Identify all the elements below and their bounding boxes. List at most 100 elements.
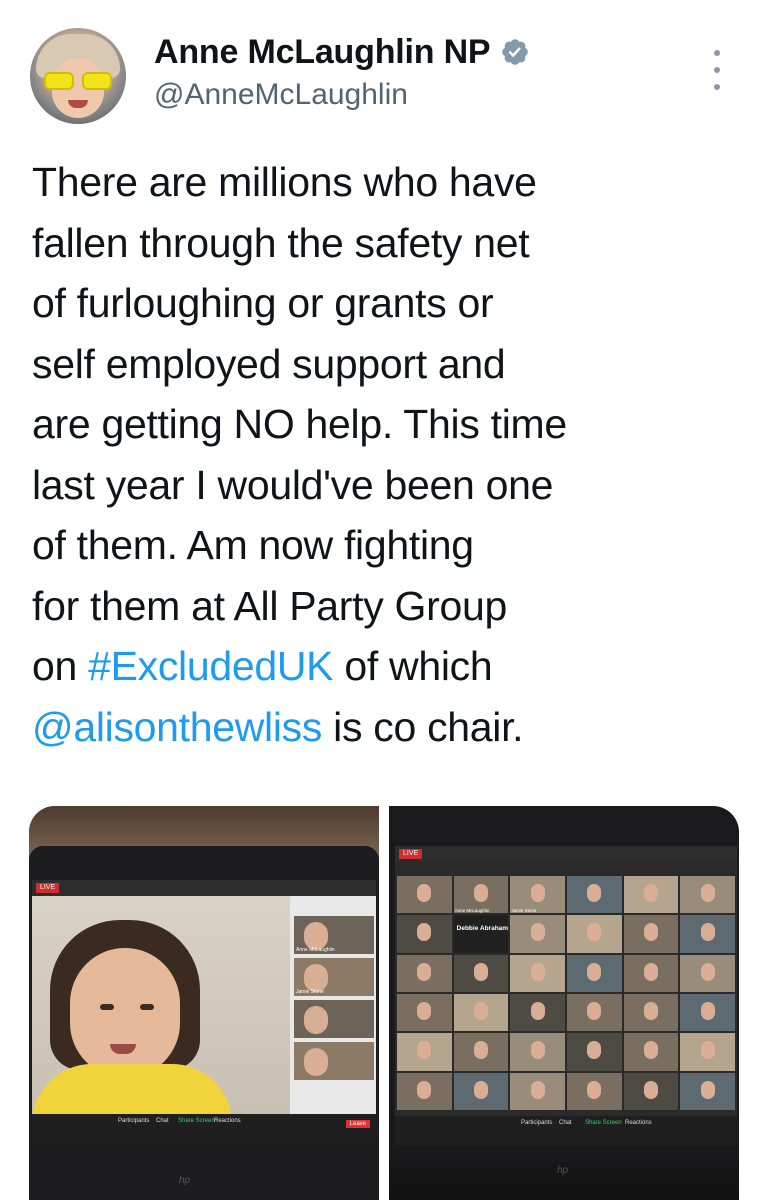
participant-tile — [453, 1033, 509, 1071]
media-photo-left[interactable]: LIVE Anne McLaughlin Jamie Stone Partici… — [29, 806, 379, 1200]
participant-tile — [397, 1072, 452, 1110]
participant-face — [417, 1041, 432, 1060]
sunglasses — [44, 72, 112, 90]
participant-face — [700, 923, 715, 942]
chat-label: Chat — [559, 1120, 572, 1126]
participant-tile — [680, 915, 735, 953]
participant-face — [473, 884, 488, 902]
participant-tile — [294, 1042, 374, 1080]
active-speaker — [32, 896, 290, 1114]
verified-badge-icon — [502, 39, 529, 65]
participant-face — [700, 1041, 715, 1060]
participant-face — [700, 1001, 715, 1020]
participant-tile — [510, 993, 565, 1032]
participant-face — [587, 884, 602, 902]
participant-tile — [623, 915, 679, 953]
zoom-top-bar: LIVE — [32, 880, 376, 896]
participant-tile — [680, 1072, 735, 1110]
tweet-line: of furloughing or grants or — [32, 280, 494, 326]
participant-face — [530, 1041, 545, 1060]
participant-tile — [623, 876, 679, 914]
tweet-line: self employed support and — [32, 340, 506, 387]
participant-tile: Anne McLaughlin — [453, 876, 509, 914]
hashtag-link[interactable]: #ExcludedUK — [88, 643, 333, 689]
hp-logo: hp — [179, 1175, 191, 1186]
participant-tile — [453, 1072, 509, 1110]
participant-tile — [510, 915, 565, 953]
participant-face — [587, 1001, 602, 1020]
participant-face — [417, 884, 432, 902]
zoom-top-bar: LIVE — [395, 846, 737, 862]
participant-face — [530, 1080, 545, 1099]
participant-face — [473, 1080, 488, 1099]
tweet-text: There are millions who have fallen throu… — [32, 152, 742, 757]
participant-tile: Jamie Stone — [510, 876, 565, 914]
participant-tile — [567, 876, 622, 914]
participant-face — [643, 962, 658, 981]
tweet-line: There are millions who have — [32, 159, 537, 205]
participant-tile: Jamie Stone — [294, 958, 374, 996]
reactions-label: Reactions — [625, 1120, 652, 1126]
participant-face — [587, 1041, 602, 1060]
mention-link[interactable]: @alisonthewliss — [32, 704, 322, 750]
laptop: LIVE Anne McLaughlin Jamie Stone Debbie Ab… — [389, 806, 739, 1200]
participant-face — [473, 962, 488, 981]
display-name[interactable]: Anne McLaughlin NP — [154, 33, 491, 72]
participant-face — [473, 1041, 488, 1060]
participant-face — [700, 884, 715, 902]
participant-tile — [453, 993, 509, 1032]
participant-tile: Anne McLaughlin — [294, 916, 374, 954]
participant-tile: Debbie Abrahams — [453, 915, 509, 953]
participants-label: Participants — [118, 1118, 150, 1124]
participant-face — [417, 1080, 432, 1099]
reactions-label: Reactions — [214, 1118, 241, 1124]
participant-strip: Anne McLaughlin Jamie Stone — [294, 916, 374, 1084]
participant-face — [530, 962, 545, 981]
participant-face — [643, 884, 658, 902]
chat-label: Chat — [156, 1118, 169, 1124]
share-screen-label: Share Screen — [585, 1120, 622, 1126]
participant-tile — [567, 993, 622, 1032]
tweet-line: last year I would've been one — [32, 461, 554, 508]
zoom-screen: LIVE Anne McLaughlin Jamie Stone Partici… — [32, 880, 376, 1142]
participant-tile — [623, 993, 679, 1032]
participant-tile — [623, 1033, 679, 1071]
author-name-row[interactable]: Anne McLaughlin NP — [154, 30, 530, 74]
zoom-screen: LIVE Anne McLaughlin Jamie Stone Debbie Ab… — [395, 846, 737, 1146]
live-badge: LIVE — [36, 883, 60, 893]
participant-caption: Jamie Stone — [511, 908, 537, 914]
participant-face — [643, 1001, 658, 1020]
participant-tile — [397, 1033, 452, 1071]
participant-tile — [453, 954, 509, 992]
participant-tile — [680, 1033, 735, 1071]
gallery-grid: Anne McLaughlin Jamie Stone Debbie Abraham… — [397, 876, 735, 1110]
share-screen-label: Share Screen — [178, 1118, 215, 1124]
participant-tile — [567, 1072, 622, 1110]
participant-face — [417, 1001, 432, 1020]
tweet-line: are getting NO help. This time — [32, 401, 567, 447]
author-handle[interactable]: @AnneMcLaughlin — [154, 78, 408, 112]
leave-label: Leave — [345, 1120, 370, 1128]
tweet-line: @alisonthewliss is co chair. — [32, 697, 742, 758]
tweet-line: of them. Am now fighting — [32, 522, 474, 568]
zoom-toolbar: Participants Chat Share Screen Reactions — [395, 1116, 737, 1146]
participant-tile — [680, 993, 735, 1032]
tweet-header: Anne McLaughlin NP @AnneMcLaughlin — [0, 0, 767, 140]
participant-tile — [397, 954, 452, 992]
participant-face — [700, 962, 715, 981]
media-photo-right[interactable]: LIVE Anne McLaughlin Jamie Stone Debbie Ab… — [389, 806, 739, 1200]
participant-face — [587, 1080, 602, 1099]
participant-tile — [510, 954, 565, 992]
text-segment: of which — [333, 643, 493, 689]
participant-tile — [294, 1000, 374, 1038]
tweet-line: for them at All Party Group — [32, 582, 507, 629]
participant-face — [587, 962, 602, 981]
participant-face — [643, 1080, 658, 1099]
participant-face — [417, 923, 432, 942]
participant-tile — [397, 993, 452, 1032]
tweet-line: fallen through the safety net — [32, 219, 530, 266]
more-options-icon[interactable] — [705, 50, 729, 90]
participant-tile — [680, 876, 735, 914]
author-avatar[interactable] — [30, 28, 126, 124]
participant-tile — [623, 954, 679, 992]
